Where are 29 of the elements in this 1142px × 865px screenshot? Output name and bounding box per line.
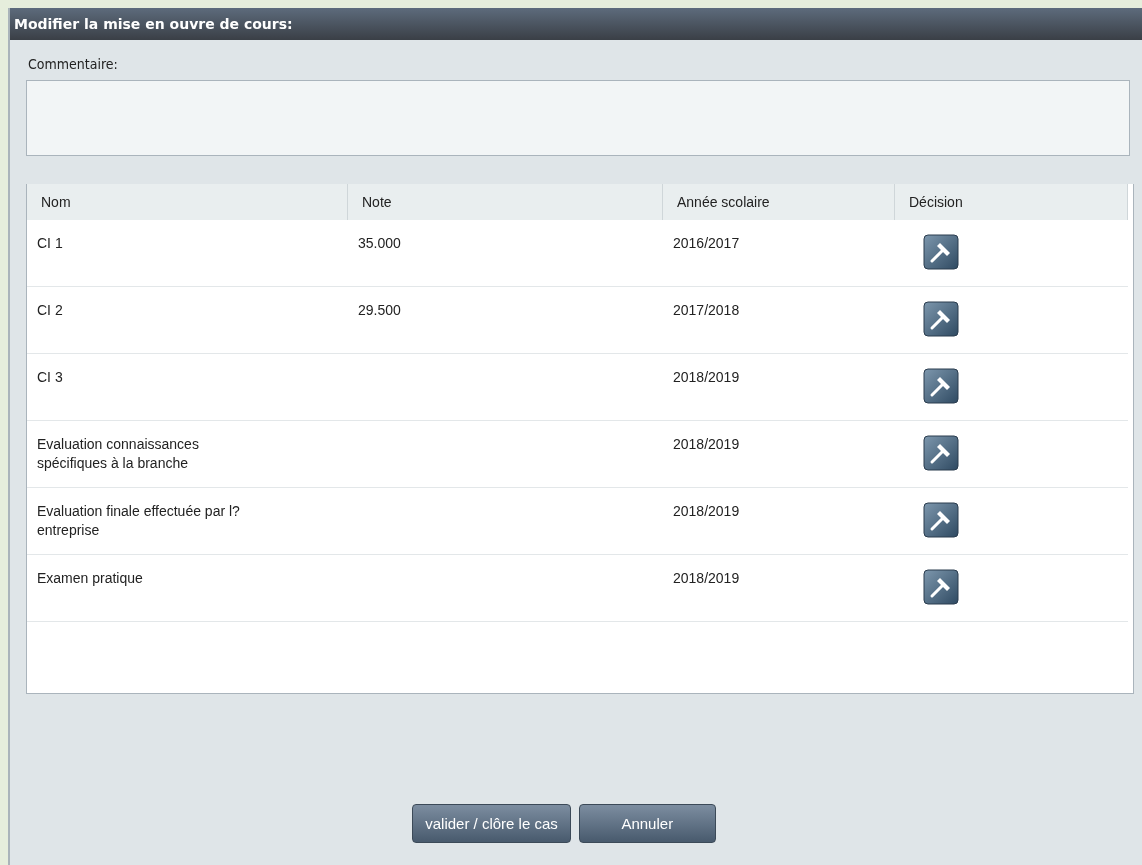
table-cell: Evaluation connaissances spécifiques à la branche (27, 421, 348, 488)
gavel-icon[interactable] (923, 502, 959, 538)
column-header[interactable]: Décision (895, 184, 1128, 220)
table-cell: CI 1 (27, 220, 348, 287)
table-cell: 2017/2018 (663, 287, 895, 354)
gavel-icon[interactable] (923, 368, 959, 404)
gavel-icon[interactable] (923, 301, 959, 337)
comment-label: Commentaire: (28, 56, 119, 72)
table-cell: 2018/2019 (663, 354, 895, 421)
table-cell: Examen pratique (27, 555, 348, 622)
table-cell: 2018/2019 (663, 488, 895, 555)
column-header[interactable]: Note (348, 184, 663, 220)
gavel-icon[interactable] (923, 435, 959, 471)
cancel-button[interactable]: Annuler (578, 804, 716, 843)
table-cell: 35.000 (348, 220, 663, 287)
column-header[interactable]: Année scolaire (663, 184, 895, 220)
table-cell: CI 2 (27, 287, 348, 354)
comment-field[interactable] (26, 80, 1130, 156)
validate-button[interactable]: valider / clôre le cas (412, 804, 571, 843)
window-title: Modifier la mise en ouvre de cours: (10, 8, 1142, 40)
table-cell: 2016/2017 (663, 220, 895, 287)
table-cell: 2018/2019 (663, 555, 895, 622)
table-cell: CI 3 (27, 354, 348, 421)
table-cell: 2018/2019 (663, 421, 895, 488)
table-cell: Evaluation finale effectuée par l? entreprise (27, 488, 348, 555)
gavel-icon[interactable] (923, 234, 959, 270)
column-header[interactable]: Nom (27, 184, 348, 220)
table-cell: 29.500 (348, 287, 663, 354)
gavel-icon[interactable] (923, 569, 959, 605)
